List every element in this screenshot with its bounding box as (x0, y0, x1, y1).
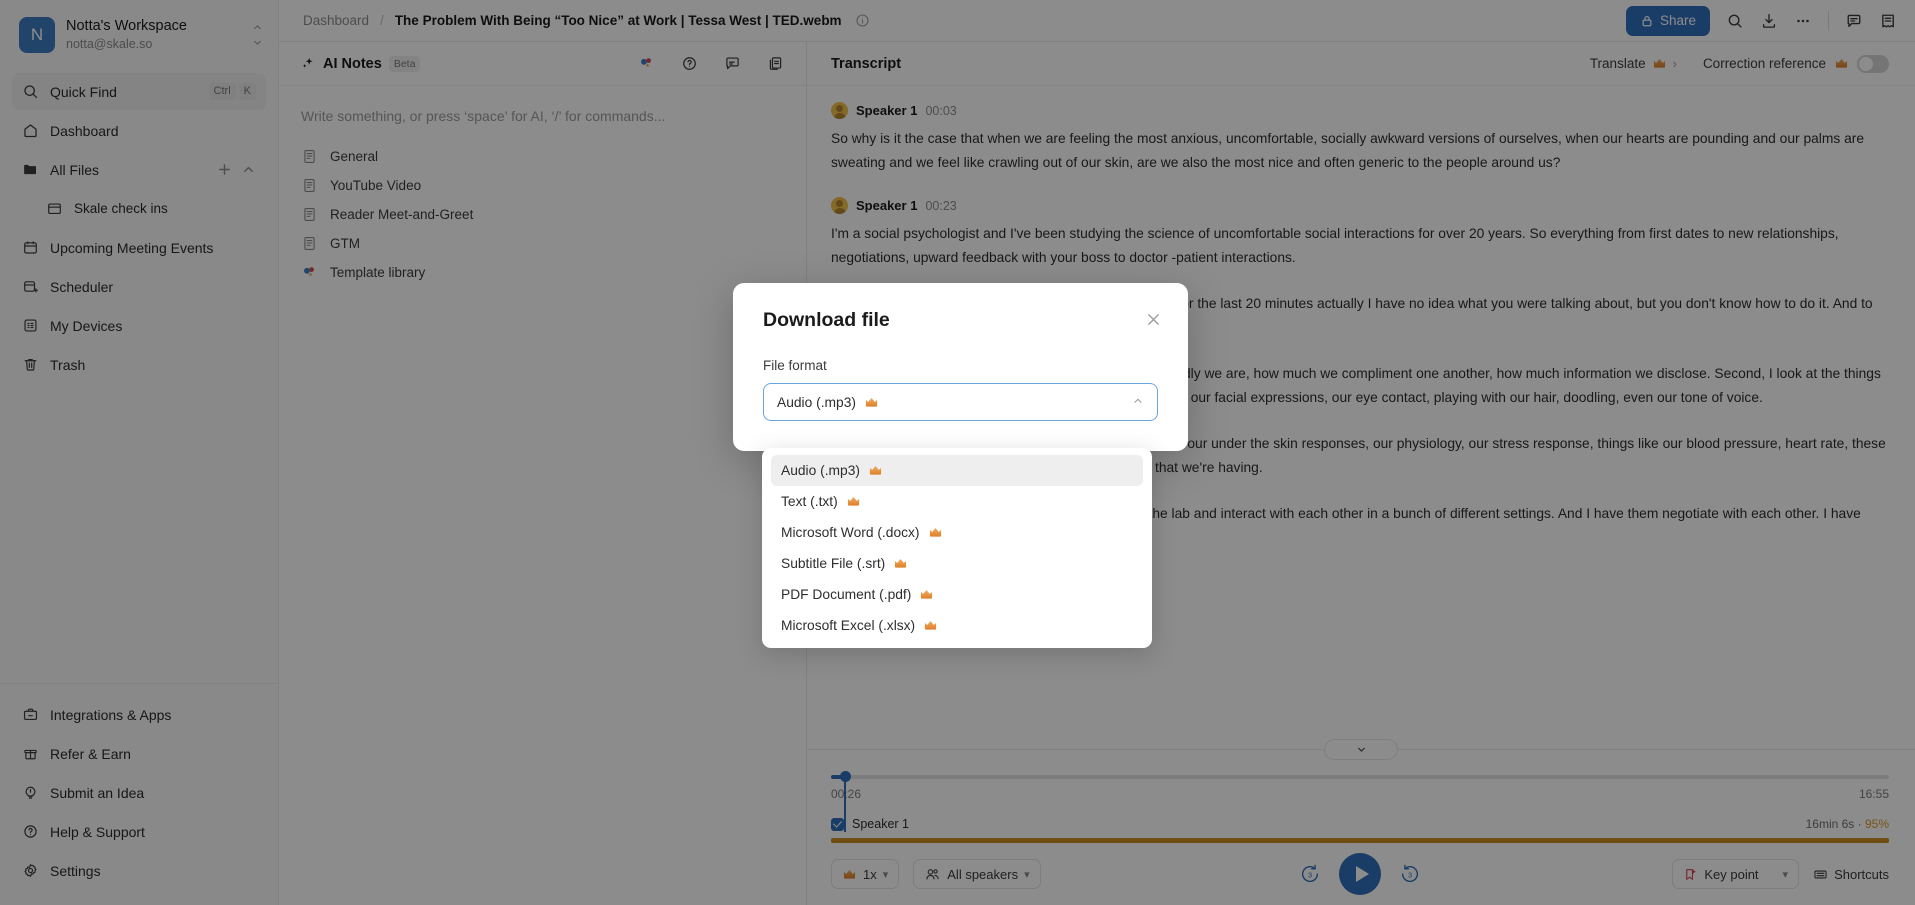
file-format-selected-value-group: Audio (.mp3) (777, 395, 879, 410)
crown-icon (923, 619, 938, 632)
crown-icon (893, 557, 908, 570)
file-format-select[interactable]: Audio (.mp3) (763, 383, 1158, 421)
dropdown-option-pdf-document-pdf[interactable]: PDF Document (.pdf) (771, 579, 1143, 610)
crown-icon (868, 464, 883, 477)
crown-icon (919, 588, 934, 601)
dropdown-option-label: Subtitle File (.srt) (781, 556, 886, 571)
dropdown-option-microsoft-excel-xlsx[interactable]: Microsoft Excel (.xlsx) (771, 610, 1143, 641)
app-root: N Notta's Workspace notta@skale.so Quick… (0, 0, 1915, 905)
dropdown-option-label: Audio (.mp3) (781, 463, 860, 478)
dropdown-option-subtitle-file-srt[interactable]: Subtitle File (.srt) (771, 548, 1143, 579)
crown-icon (864, 396, 879, 409)
modal-title: Download file (763, 309, 890, 331)
dropdown-option-microsoft-word-docx[interactable]: Microsoft Word (.docx) (771, 517, 1143, 548)
dropdown-option-label: Text (.txt) (781, 494, 838, 509)
file-format-dropdown: Audio (.mp3) Text (.txt) Microsoft Word … (762, 448, 1152, 648)
close-icon[interactable] (1145, 311, 1162, 328)
crown-icon (846, 495, 861, 508)
dropdown-option-label: PDF Document (.pdf) (781, 587, 912, 602)
file-format-label: File format (763, 358, 827, 373)
dropdown-option-label: Microsoft Word (.docx) (781, 525, 920, 540)
file-format-selected-value: Audio (.mp3) (777, 394, 856, 410)
dropdown-option-audio-mp3[interactable]: Audio (.mp3) (771, 455, 1143, 486)
chevron-up-icon (1132, 395, 1144, 410)
dropdown-option-text-txt[interactable]: Text (.txt) (771, 486, 1143, 517)
download-file-modal: Download file File format Audio (.mp3) (733, 283, 1188, 451)
dropdown-option-label: Microsoft Excel (.xlsx) (781, 618, 916, 633)
crown-icon (928, 526, 943, 539)
